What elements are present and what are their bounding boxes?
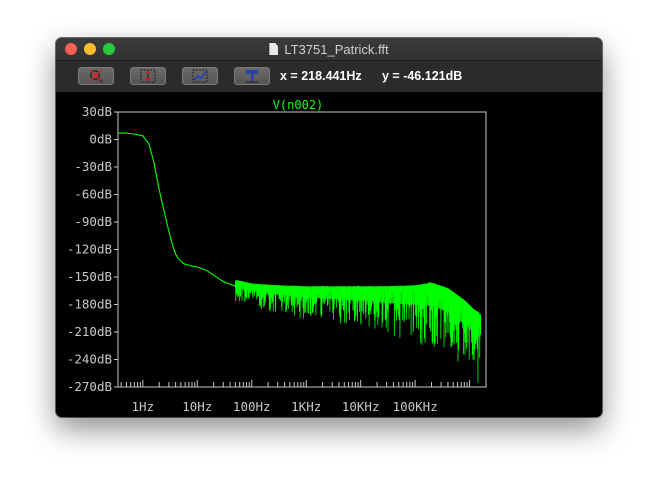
y-tick-label: -180dB bbox=[67, 297, 112, 312]
trace-label[interactable]: V(n002) bbox=[273, 98, 324, 112]
x-tick-label: 1KHz bbox=[291, 399, 321, 414]
fft-plot[interactable]: V(n002) 30dB 0dB -30dB -60dB -90dB -120dB -150… bbox=[56, 38, 602, 417]
trace-line[interactable] bbox=[118, 132, 236, 287]
plot-area[interactable] bbox=[117, 111, 487, 388]
app-window: LT3751_Patrick.fft x = 218.441Hz y = -46… bbox=[56, 38, 602, 417]
y-tick-label: -120dB bbox=[67, 242, 112, 257]
y-tick-label: 0dB bbox=[89, 132, 112, 147]
y-tick-label: -150dB bbox=[67, 269, 112, 284]
x-tick-label: 10Hz bbox=[182, 399, 212, 414]
x-tick-label: 100Hz bbox=[233, 399, 271, 414]
y-tick-label: -30dB bbox=[74, 159, 112, 174]
x-tick-label: 1Hz bbox=[132, 399, 155, 414]
y-tick-label: -270dB bbox=[67, 379, 112, 394]
y-tick-label: -210dB bbox=[67, 324, 112, 339]
x-tick-label: 10KHz bbox=[342, 399, 380, 414]
y-tick-label: -90dB bbox=[74, 214, 112, 229]
y-tick-label: -60dB bbox=[74, 187, 112, 202]
y-tick-label: -240dB bbox=[67, 352, 112, 367]
y-tick-label: 30dB bbox=[82, 104, 112, 119]
x-tick-label: 100KHz bbox=[393, 399, 438, 414]
